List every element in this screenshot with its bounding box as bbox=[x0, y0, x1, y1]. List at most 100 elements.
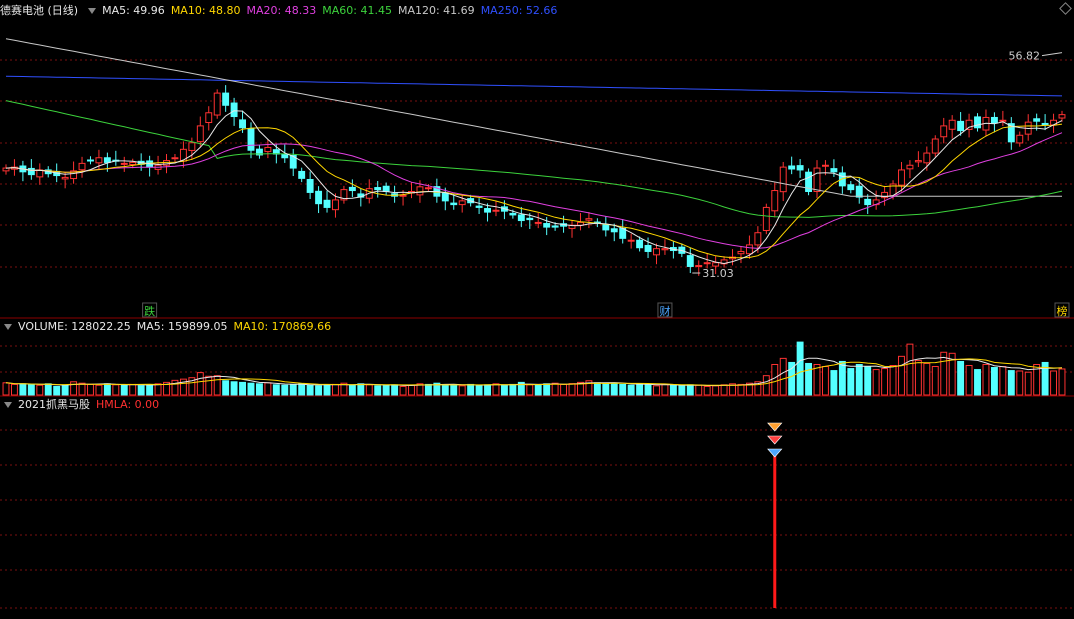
volume-bar bbox=[408, 384, 415, 396]
volume-bar bbox=[484, 384, 491, 396]
volume-bar bbox=[627, 384, 635, 396]
candle-body bbox=[61, 176, 69, 180]
volume-bar bbox=[509, 383, 517, 396]
candle-body bbox=[965, 119, 973, 130]
volume-bar bbox=[36, 384, 44, 396]
candle-body bbox=[188, 142, 196, 151]
candle-body bbox=[940, 125, 948, 138]
dropdown-triangle-icon[interactable] bbox=[88, 7, 97, 14]
volume-bar bbox=[889, 365, 897, 396]
volume-bar bbox=[19, 383, 27, 396]
indicator-panel-header: 2021抓黑马股 HMLA: 0.00 bbox=[0, 397, 171, 413]
volume-bar bbox=[838, 360, 846, 396]
volume-bar bbox=[239, 381, 247, 396]
candle-body bbox=[416, 186, 424, 196]
dropdown-triangle-icon[interactable] bbox=[4, 323, 12, 330]
volume-bar bbox=[669, 384, 677, 396]
candle-body bbox=[129, 161, 137, 166]
volume-bar bbox=[661, 383, 669, 396]
high-pointer bbox=[1041, 52, 1063, 57]
candle-body bbox=[103, 157, 111, 163]
volume-bar bbox=[53, 385, 61, 396]
candle-body bbox=[222, 92, 230, 106]
volume-bar bbox=[382, 384, 390, 396]
candle-body bbox=[306, 178, 314, 193]
candle-body bbox=[990, 116, 998, 124]
candle-body bbox=[543, 223, 551, 228]
volume-bar bbox=[737, 383, 745, 396]
ma10-line bbox=[5, 123, 1063, 259]
candle-body bbox=[585, 218, 593, 221]
volume-bar bbox=[492, 383, 500, 396]
volume-bar bbox=[695, 384, 703, 396]
volume-bar bbox=[171, 379, 179, 396]
candle-body bbox=[2, 167, 10, 172]
candle-body bbox=[87, 159, 94, 162]
volume-bar bbox=[87, 383, 94, 396]
volume-bar bbox=[636, 383, 644, 396]
volume-bar bbox=[78, 382, 86, 396]
volume-bar bbox=[44, 383, 52, 396]
candle-body bbox=[796, 165, 804, 171]
candle-body bbox=[551, 225, 559, 228]
volume-bar bbox=[365, 384, 373, 396]
candle-body bbox=[864, 198, 872, 206]
hmla-diamond-icon bbox=[767, 422, 783, 432]
volume-bar bbox=[914, 359, 922, 396]
ma5-line bbox=[5, 110, 1063, 265]
candle-body bbox=[602, 223, 610, 231]
volume-bar bbox=[990, 367, 998, 396]
volume-bar bbox=[205, 375, 213, 396]
candle-body bbox=[762, 206, 770, 231]
volume-bar bbox=[830, 370, 838, 396]
volume-bar bbox=[103, 383, 111, 396]
volume-bar bbox=[602, 383, 610, 396]
volume-bar bbox=[222, 380, 230, 396]
volume-bar bbox=[120, 384, 128, 396]
volume-bar bbox=[2, 382, 10, 396]
volume-bar bbox=[323, 384, 331, 396]
volume-bar bbox=[965, 365, 973, 396]
volume-bar bbox=[560, 383, 568, 396]
hmla-diamond-icon bbox=[767, 448, 783, 458]
volume-bar bbox=[441, 384, 449, 396]
volume-bar bbox=[357, 383, 365, 396]
candle-body bbox=[771, 190, 779, 212]
candle-body bbox=[695, 265, 703, 268]
volume-bar bbox=[931, 366, 939, 396]
candle-body bbox=[813, 167, 821, 192]
candle-body bbox=[754, 232, 762, 246]
volume-label-1: MA5: 159899.05 bbox=[136, 320, 228, 333]
candle-body bbox=[78, 162, 86, 171]
candle-body bbox=[315, 190, 323, 205]
volume-bar bbox=[872, 369, 880, 396]
candle-body bbox=[298, 170, 306, 179]
volume-bar bbox=[281, 384, 289, 396]
hmla-diamond-icon bbox=[767, 435, 783, 445]
volume-bar bbox=[137, 385, 145, 396]
volume-bar bbox=[526, 384, 534, 396]
candle-body bbox=[213, 92, 221, 116]
event-marker: 跌 bbox=[144, 304, 155, 318]
candle-body bbox=[382, 185, 390, 192]
volume-bar bbox=[999, 366, 1007, 396]
volume-bar bbox=[720, 384, 728, 396]
volume-bar bbox=[298, 383, 306, 396]
volume-bar bbox=[898, 355, 905, 396]
volume-label-2: MA10: 170869.66 bbox=[233, 320, 332, 333]
candle-body bbox=[931, 138, 939, 154]
candle-body bbox=[898, 169, 905, 186]
volume-bar bbox=[391, 384, 399, 396]
candle-body bbox=[923, 152, 931, 164]
candle-body bbox=[906, 164, 914, 170]
dropdown-triangle-icon[interactable] bbox=[4, 401, 12, 408]
volume-bar bbox=[230, 381, 238, 396]
candle-body bbox=[999, 119, 1007, 122]
candle-body bbox=[526, 217, 534, 221]
volume-bar bbox=[644, 384, 652, 396]
candle-body bbox=[171, 157, 179, 160]
indicator-label-1: HMLA: 0.00 bbox=[96, 398, 160, 411]
volume-bar bbox=[974, 369, 981, 396]
chart-canvas: 56.82 31.03 跌 财 榜 bbox=[0, 38, 1074, 609]
candle-body bbox=[636, 239, 644, 249]
